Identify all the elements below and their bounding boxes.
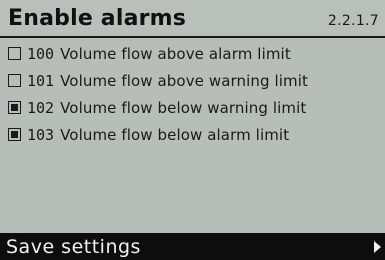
display-screen: Enable alarms 2.2.1.7 100 Volume flow ab… [0, 0, 385, 260]
alarm-code: 102 [27, 98, 55, 117]
alarm-code: 100 [27, 44, 55, 63]
save-settings-label: Save settings [6, 236, 141, 258]
header-divider [0, 36, 385, 38]
alarm-item-101[interactable]: 101 Volume flow above warning limit [8, 67, 378, 94]
menu-code: 2.2.1.7 [327, 13, 379, 29]
alarm-item-102[interactable]: 102 Volume flow below warning limit [8, 94, 378, 121]
alarm-code: 103 [27, 125, 55, 144]
header-bar: Enable alarms 2.2.1.7 [0, 0, 385, 38]
checkbox[interactable] [8, 74, 21, 87]
alarm-item-100[interactable]: 100 Volume flow above alarm limit [8, 40, 378, 67]
alarm-label: Volume flow above warning limit [60, 71, 309, 90]
save-settings-button[interactable]: Save settings [0, 233, 385, 260]
alarm-code: 101 [27, 71, 55, 90]
checkbox[interactable] [8, 101, 21, 114]
alarm-label: Volume flow below warning limit [60, 98, 307, 117]
checkbox[interactable] [8, 47, 21, 60]
chevron-right-icon [374, 241, 381, 253]
alarm-item-103[interactable]: 103 Volume flow below alarm limit [8, 121, 378, 148]
checkbox[interactable] [8, 128, 21, 141]
page-title: Enable alarms [8, 6, 187, 31]
alarm-label: Volume flow above alarm limit [60, 44, 291, 63]
alarm-label: Volume flow below alarm limit [60, 125, 290, 144]
alarm-list: 100 Volume flow above alarm limit 101 Vo… [8, 40, 378, 148]
